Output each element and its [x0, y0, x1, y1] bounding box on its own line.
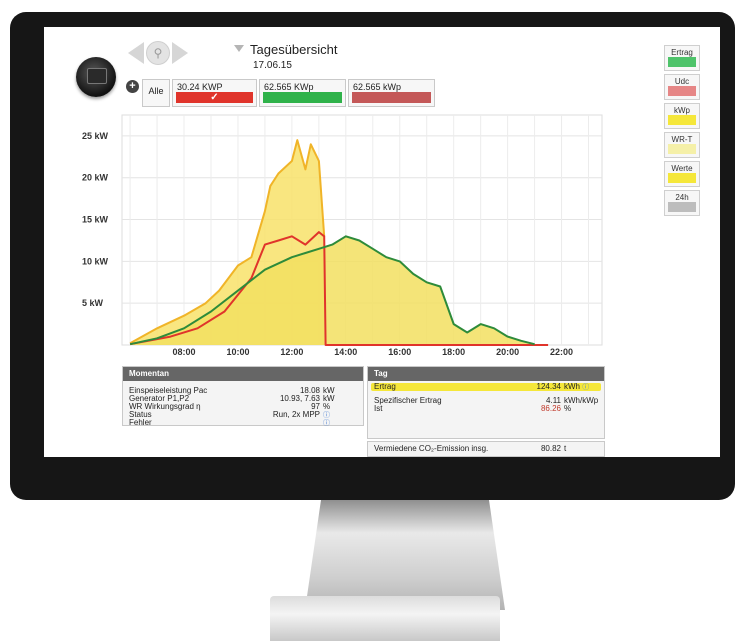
view-date: 17.06.15 [253, 60, 292, 71]
row-label: Ist [374, 404, 383, 413]
inverter-device-icon[interactable] [76, 57, 116, 97]
row-label: Spezifischer Ertrag [374, 396, 442, 405]
row-value: 80.82 [540, 444, 561, 453]
x-tick-label: 14:00 [334, 347, 357, 357]
view-title-block: Tagesübersicht 17.06.15 [234, 41, 337, 71]
monitor-base [270, 596, 500, 641]
tag-ertrag-row: Ertrag 124.34 kWh ⓘ [371, 383, 601, 391]
momentan-row: Fehler ⓘ [123, 418, 363, 428]
y-axis-ticks: 25 kW 20 kW 15 kW 10 kW 5 kW [82, 131, 109, 308]
tag-ist-row: Ist 86.26% [368, 405, 604, 413]
unit-text: kWh [564, 382, 580, 391]
momentan-row: Status Run, 2x MPP ⓘ [123, 410, 363, 420]
y-tick-label: 5 kW [82, 298, 104, 308]
x-tick-label: 22:00 [550, 347, 573, 357]
sidebar-swatch [668, 86, 696, 96]
co2-row: Vermiedene CO₂-Emission insg. 80.82 t [368, 442, 604, 456]
row-label: Vermiedene CO₂-Emission insg. [374, 444, 489, 453]
x-tick-label: 20:00 [496, 347, 519, 357]
x-tick-label: 08:00 [173, 347, 196, 357]
plant-selector: Alle 30.24 KWP Anlage ✓ 62.565 KWp Anlag… [142, 79, 435, 107]
tag-title: Tag [368, 367, 604, 381]
x-axis-ticks: 08:00 10:00 12:00 14:00 16:00 18:00 20:00 22:00 [173, 347, 574, 357]
momentan-panel: Momentan Einspeiseleistung Pac 18.08 kW Ge… [122, 366, 364, 428]
monitor-photo: ⚲ Tagesübersicht 17.06.15 + Alle 30.24 K… [0, 0, 745, 641]
tag-panel: Tag Ertrag 124.34 kWh ⓘ Spezifischer Ertra… [367, 366, 605, 439]
add-plant-icon[interactable]: + [126, 80, 139, 93]
plant-button-2[interactable]: 62.565 KWp Anlage [259, 79, 346, 107]
previous-day-arrow-icon[interactable] [128, 42, 144, 64]
x-tick-label: 12:00 [280, 347, 303, 357]
app-screen: ⚲ Tagesübersicht 17.06.15 + Alle 30.24 K… [44, 27, 720, 457]
plant-all-button[interactable]: Alle [142, 79, 170, 107]
power-chart: 25 kW 20 kW 15 kW 10 kW 5 kW 08:00 10:00 12:00… [82, 114, 603, 357]
plant-color-bar [352, 92, 431, 103]
y-tick-label: 20 kW [82, 173, 109, 183]
row-value: 10.93, 7.63 [279, 394, 320, 403]
row-unit: t [564, 444, 567, 453]
y-tick-label: 25 kW [82, 131, 109, 141]
row-label: Fehler [129, 418, 152, 427]
momentan-row: WR Wirkungsgrad η 97% [123, 403, 363, 411]
sidebar-ertrag-button[interactable]: Ertrag [664, 45, 700, 71]
magnifier-icon[interactable]: ⚲ [146, 41, 170, 65]
row-value: 124.34 [536, 382, 561, 391]
row-unit: kWh ⓘ [561, 382, 598, 392]
monitor-neck [305, 500, 505, 610]
row-value: Run, 2x MPP [272, 410, 320, 419]
date-navigation: ⚲ [128, 41, 188, 65]
info-icon[interactable]: ⓘ [323, 420, 330, 427]
sidebar-label: Ertrag [671, 48, 693, 57]
info-icon[interactable]: ⓘ [323, 412, 330, 419]
x-tick-label: 16:00 [388, 347, 411, 357]
row-value [250, 419, 320, 427]
row-unit: ⓘ [320, 419, 357, 427]
dropdown-triangle-icon[interactable] [234, 45, 244, 52]
row-unit: ⓘ [320, 411, 357, 419]
momentan-title: Momentan [123, 367, 363, 381]
plant-color-bar [263, 92, 342, 103]
checkmark-icon: ✓ [210, 92, 219, 103]
sidebar-udc-button[interactable]: Udc [664, 74, 700, 100]
sidebar-swatch [668, 57, 696, 67]
sidebar-label: Udc [674, 77, 690, 86]
row-unit: % [564, 404, 572, 413]
y-tick-label: 15 kW [82, 215, 109, 225]
info-icon[interactable]: ⓘ [582, 384, 589, 391]
plant-button-3[interactable]: 62.565 kWp Anlage [348, 79, 435, 107]
row-label: Ertrag [374, 382, 396, 391]
view-title[interactable]: Tagesübersicht [250, 42, 337, 57]
co2-panel: Vermiedene CO₂-Emission insg. 80.82 t [367, 441, 605, 457]
plant-button-1[interactable]: 30.24 KWP Anlage ✓ [172, 79, 257, 107]
x-tick-label: 18:00 [442, 347, 465, 357]
y-tick-label: 10 kW [82, 256, 109, 266]
x-tick-label: 10:00 [226, 347, 249, 357]
row-unit: % [323, 402, 331, 411]
next-day-arrow-icon[interactable] [172, 42, 188, 64]
row-value: 86.26 [540, 404, 561, 413]
